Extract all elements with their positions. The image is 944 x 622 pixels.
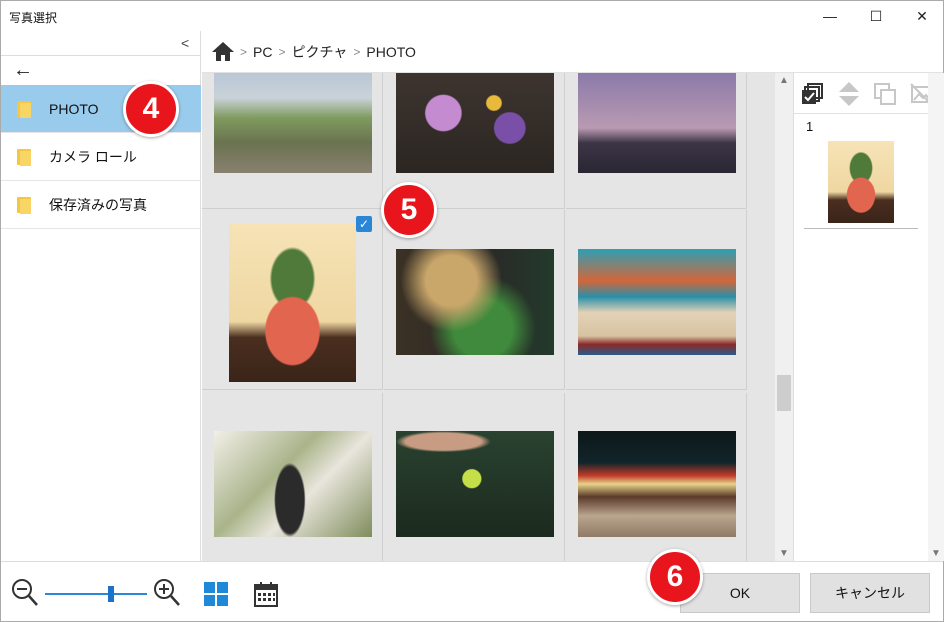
selected-count: 1 <box>806 119 814 134</box>
duplicate-button[interactable] <box>870 79 900 109</box>
photo-cell[interactable] <box>202 393 383 561</box>
minimize-icon: — <box>823 8 837 24</box>
cancel-button[interactable]: キャンセル <box>810 573 930 613</box>
zoom-slider-track[interactable] <box>45 593 147 595</box>
callout-badge-5: 5 <box>381 182 437 238</box>
breadcrumb-item-pc[interactable]: PC <box>253 44 272 60</box>
reorder-button[interactable] <box>834 79 864 109</box>
select-all-icon <box>802 83 823 104</box>
breadcrumb-item-photo[interactable]: PHOTO <box>366 44 416 60</box>
sidebar-item-label: カメラ ロール <box>49 148 137 165</box>
sort-arrows-icon <box>839 82 859 106</box>
panel-scrollbar[interactable]: ▼ <box>928 73 944 561</box>
photo-dog-blanket <box>578 249 736 355</box>
title-bar: 写真選択 — ☐ ✕ <box>1 1 943 31</box>
zoom-slider-thumb[interactable] <box>108 586 114 602</box>
photo-cell-selected[interactable]: ✓ <box>202 210 383 390</box>
photo-cell[interactable] <box>566 210 747 390</box>
breadcrumb: > PC > ピクチャ > PHOTO <box>202 31 943 73</box>
folder-icon <box>17 196 31 214</box>
scroll-thumb[interactable] <box>777 375 791 411</box>
photo-wildflowers <box>396 73 554 173</box>
callout-badge-6: 6 <box>647 549 703 605</box>
photo-cell[interactable] <box>384 393 565 561</box>
photo-cell[interactable] <box>566 393 747 561</box>
breadcrumb-item-pictures[interactable]: ピクチャ <box>291 42 347 62</box>
divider <box>804 228 918 229</box>
collapse-sidebar-icon[interactable]: < <box>181 35 189 51</box>
grid-view-button[interactable] <box>204 582 228 606</box>
sidebar-item-camera-roll[interactable]: カメラ ロール <box>1 133 201 181</box>
photo-grid: ✓ <box>202 73 775 561</box>
home-icon[interactable] <box>212 41 234 62</box>
chevron-right-icon: > <box>240 44 248 59</box>
photo-palm-statue <box>214 431 372 537</box>
minimize-button[interactable]: — <box>807 1 853 31</box>
sidebar-item-label: 保存済みの写真 <box>49 196 147 213</box>
window-title: 写真選択 <box>9 11 58 25</box>
photo-field-with-people <box>214 73 372 173</box>
selected-thumbnail-pineapple[interactable] <box>828 141 894 223</box>
folder-icon <box>17 100 31 118</box>
close-icon: ✕ <box>916 7 928 24</box>
folder-icon <box>17 148 31 166</box>
scroll-down-icon[interactable]: ▼ <box>779 548 789 559</box>
photo-select-dialog: 写真選択 — ☐ ✕ < ← PHOTO カメラ ロール 保存済みの写真 > P… <box>0 0 944 622</box>
close-button[interactable]: ✕ <box>899 1 944 31</box>
photo-night-stalls <box>578 431 736 537</box>
grid-scrollbar[interactable]: ▲ ▼ <box>775 73 793 561</box>
selected-check-icon[interactable]: ✓ <box>356 216 372 232</box>
copy-icon <box>874 83 896 105</box>
chevron-right-icon: > <box>353 44 361 59</box>
photo-gallery-plants <box>396 249 554 355</box>
divider <box>1 55 201 56</box>
sidebar-item-saved-photos[interactable]: 保存済みの写真 <box>1 181 201 229</box>
select-all-button[interactable] <box>798 79 828 109</box>
scroll-up-icon[interactable]: ▲ <box>779 75 789 86</box>
grid-view-icon <box>204 582 215 593</box>
sidebar-item-label: PHOTO <box>49 100 99 117</box>
bottom-bar: OK キャンセル <box>1 561 943 621</box>
photo-cell[interactable] <box>566 73 747 209</box>
photo-pineapple <box>229 223 356 382</box>
chevron-right-icon: > <box>278 44 286 59</box>
zoom-in-icon[interactable] <box>153 578 181 608</box>
photo-cell[interactable] <box>202 73 383 209</box>
maximize-icon: ☐ <box>869 7 883 24</box>
callout-badge-4: 4 <box>123 81 179 137</box>
divider <box>794 113 944 114</box>
photo-hand-grapes <box>396 431 554 537</box>
zoom-out-icon[interactable] <box>11 578 39 608</box>
maximize-button[interactable]: ☐ <box>853 1 899 31</box>
photo-tower-dusk <box>578 73 736 173</box>
selection-panel: 1 ▼ <box>793 73 944 561</box>
calendar-view-icon[interactable] <box>253 580 279 608</box>
back-arrow-icon[interactable]: ← <box>13 59 33 82</box>
scroll-down-icon[interactable]: ▼ <box>931 548 941 559</box>
